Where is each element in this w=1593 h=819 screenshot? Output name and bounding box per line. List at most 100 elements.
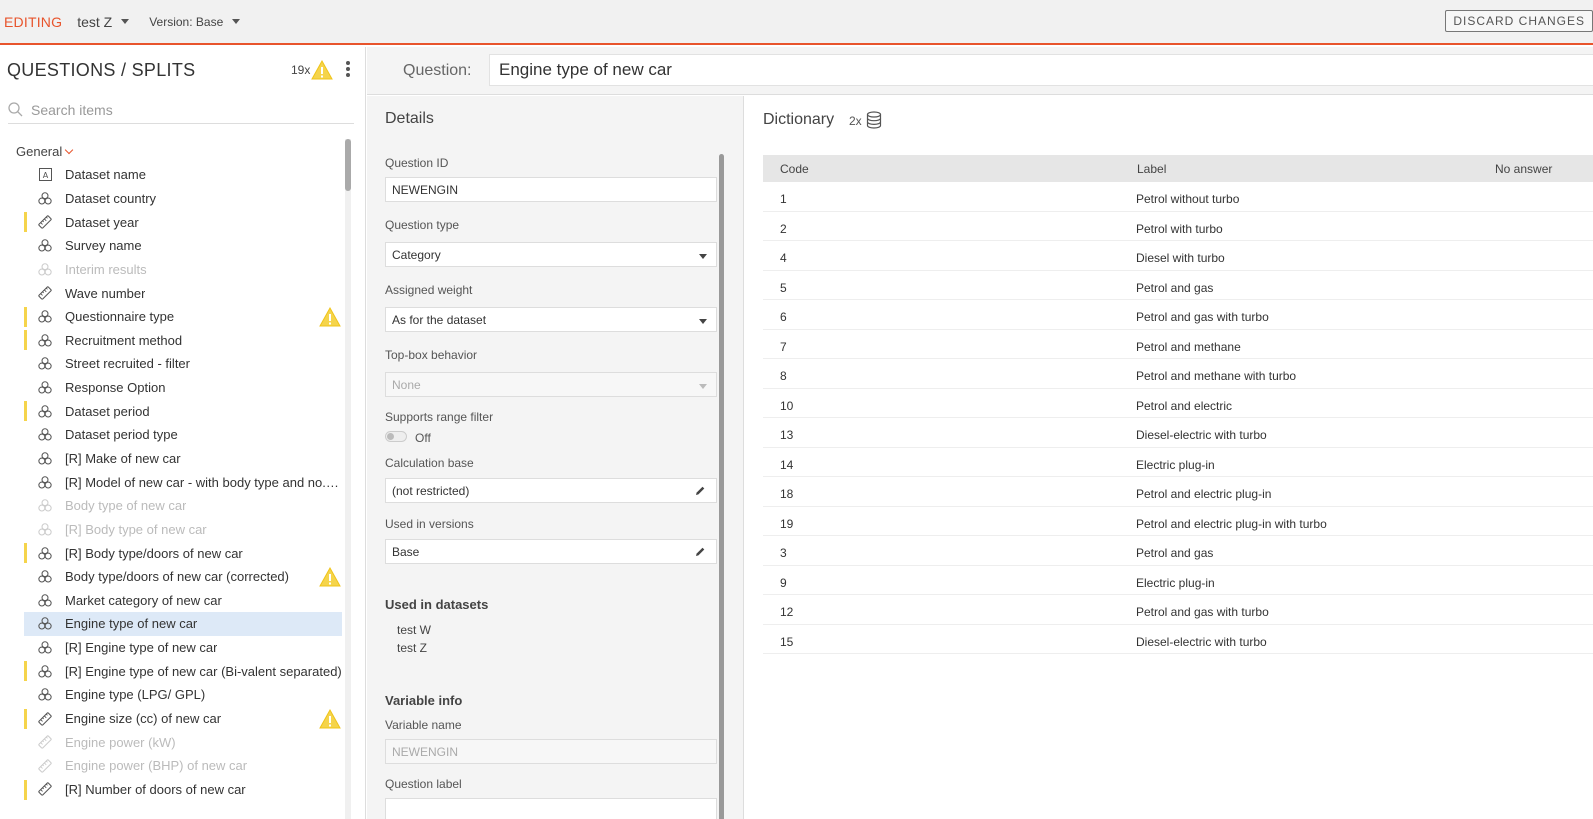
question-item[interactable]: Response Option <box>24 376 342 400</box>
question-name-input[interactable] <box>489 54 1593 86</box>
question-type-select[interactable]: Category <box>385 242 717 267</box>
more-options-icon[interactable] <box>343 60 353 80</box>
pencil-icon[interactable] <box>694 546 706 558</box>
question-item[interactable]: [R] Number of doors of new car <box>24 778 342 802</box>
question-label-field[interactable] <box>385 798 717 819</box>
dictionary-row[interactable]: 5 Petrol and gas <box>763 271 1593 300</box>
assigned-weight-value: As for the dataset <box>392 312 487 327</box>
dataset-dropdown[interactable]: test Z <box>77 14 130 30</box>
discard-changes-button[interactable]: DISCARD CHANGES <box>1445 10 1593 32</box>
versions-value: Base <box>392 544 420 559</box>
question-item[interactable]: Engine power (kW) <box>24 730 342 754</box>
question-item-label: Survey name <box>65 238 142 254</box>
ruler-icon <box>38 711 52 726</box>
scrollbar-thumb[interactable] <box>345 139 351 191</box>
column-header-no-answer[interactable]: No answer <box>1495 162 1552 176</box>
question-item-label: Recruitment method <box>65 332 183 348</box>
question-item[interactable]: Wave number <box>24 281 342 305</box>
question-item[interactable]: Engine type (LPG/ GPL) <box>24 683 342 707</box>
warning-icon[interactable] <box>319 566 341 590</box>
category-icon <box>38 262 52 276</box>
questions-panel: QUESTIONS / SPLITS 19x General A Dataset … <box>0 47 366 819</box>
dictionary-row[interactable]: 4 Diesel with turbo <box>763 241 1593 271</box>
database-icon[interactable] <box>866 111 882 129</box>
modified-marker <box>24 543 27 564</box>
question-item[interactable]: Interim results <box>24 258 342 282</box>
question-item[interactable]: Engine size (cc) of new car <box>24 707 342 731</box>
question-item[interactable]: Dataset period <box>24 399 342 423</box>
category-icon <box>38 546 52 560</box>
question-item[interactable]: [R] Engine type of new car (Bi-valent se… <box>24 659 342 683</box>
dictionary-code: 18 <box>780 487 794 501</box>
dictionary-code: 7 <box>780 339 787 354</box>
question-id-field[interactable]: NEWENGIN <box>385 177 717 202</box>
search-input[interactable] <box>31 101 331 118</box>
question-item-label: Interim results <box>65 261 147 277</box>
details-scrollbar[interactable] <box>719 154 724 819</box>
dictionary-row[interactable]: 10 Petrol and electric <box>763 389 1593 418</box>
variable-name-label: Variable name <box>385 718 462 732</box>
dictionary-row[interactable]: 8 Petrol and methane with turbo <box>763 359 1593 389</box>
question-label: Question: <box>403 62 472 79</box>
question-item-label: [R] Model of new car - with body type an… <box>65 474 342 490</box>
dictionary-label: Petrol with turbo <box>1136 221 1223 236</box>
question-item[interactable]: Dataset year <box>24 210 342 234</box>
dictionary-label: Petrol and electric plug-in <box>1136 487 1272 501</box>
dictionary-row[interactable]: 7 Petrol and methane <box>763 330 1593 359</box>
question-item[interactable]: [R] Body type of new car <box>24 518 342 542</box>
dictionary-code: 15 <box>780 634 794 649</box>
warning-icon[interactable] <box>311 59 333 85</box>
warning-icon[interactable] <box>319 306 341 330</box>
range-filter-toggle[interactable] <box>385 431 407 442</box>
dictionary-title: Dictionary <box>763 111 835 128</box>
category-icon <box>38 333 52 347</box>
editing-mode-label: EDITING <box>4 13 63 30</box>
warning-count: 19x <box>291 63 311 77</box>
question-item-label: [R] Engine type of new car (Bi-valent se… <box>65 663 342 679</box>
group-general[interactable]: General <box>16 144 74 159</box>
dictionary-row[interactable]: 13 Diesel-electric with turbo <box>763 418 1593 448</box>
question-item[interactable]: Street recruited - filter <box>24 352 342 376</box>
dictionary-row[interactable]: 14 Electric plug-in <box>763 448 1593 477</box>
dictionary-row[interactable]: 3 Petrol and gas <box>763 536 1593 566</box>
pencil-icon[interactable] <box>694 485 706 497</box>
question-item-label: Response Option <box>65 380 166 396</box>
variable-name-field: NEWENGIN <box>385 739 717 764</box>
category-icon <box>38 381 52 395</box>
question-item[interactable]: Questionnaire type <box>24 305 342 329</box>
dictionary-row[interactable]: 1 Petrol without turbo <box>763 182 1593 212</box>
dictionary-row[interactable]: 2 Petrol with turbo <box>763 212 1593 241</box>
question-id-value: NEWENGIN <box>392 182 458 197</box>
question-item[interactable]: Recruitment method <box>24 328 342 352</box>
column-header-label[interactable]: Label <box>1137 162 1166 176</box>
question-item[interactable]: [R] Make of new car <box>24 447 342 471</box>
question-item[interactable]: Dataset country <box>24 187 342 211</box>
dictionary-row[interactable]: 19 Petrol and electric plug-in with turbo <box>763 507 1593 536</box>
column-header-code[interactable]: Code <box>780 162 809 176</box>
warning-icon[interactable] <box>319 708 341 732</box>
versions-label: Used in versions <box>385 517 474 531</box>
question-item[interactable]: [R] Model of new car - with body type an… <box>24 470 342 494</box>
dictionary-row[interactable]: 18 Petrol and electric plug-in <box>763 477 1593 507</box>
question-item[interactable]: Engine type of new car <box>24 612 342 636</box>
dictionary-row[interactable]: 6 Petrol and gas with turbo <box>763 300 1593 330</box>
question-item[interactable]: Market category of new car <box>24 589 342 613</box>
calc-base-field[interactable]: (not restricted) <box>385 478 717 503</box>
assigned-weight-select[interactable]: As for the dataset <box>385 307 717 332</box>
dictionary-label: Petrol and methane with turbo <box>1136 369 1297 383</box>
question-item[interactable]: Body type/doors of new car (corrected) <box>24 565 342 589</box>
question-item[interactable]: Survey name <box>24 234 342 258</box>
question-item[interactable]: [R] Engine type of new car <box>24 636 342 660</box>
dictionary-row[interactable]: 12 Petrol and gas with turbo <box>763 595 1593 625</box>
ruler-icon <box>38 782 52 797</box>
version-dropdown[interactable]: Version: Base <box>149 15 241 29</box>
question-item[interactable]: A Dataset name <box>24 163 342 187</box>
question-item[interactable]: [R] Body type/doors of new car <box>24 541 342 565</box>
dictionary-row[interactable]: 9 Electric plug-in <box>763 566 1593 595</box>
versions-field[interactable]: Base <box>385 539 717 564</box>
dictionary-row[interactable]: 15 Diesel-electric with turbo <box>763 625 1593 654</box>
question-item[interactable]: Engine power (BHP) of new car <box>24 754 342 778</box>
svg-text:A: A <box>42 171 48 180</box>
question-item[interactable]: Body type of new car <box>24 494 342 518</box>
question-item[interactable]: Dataset period type <box>24 423 342 447</box>
